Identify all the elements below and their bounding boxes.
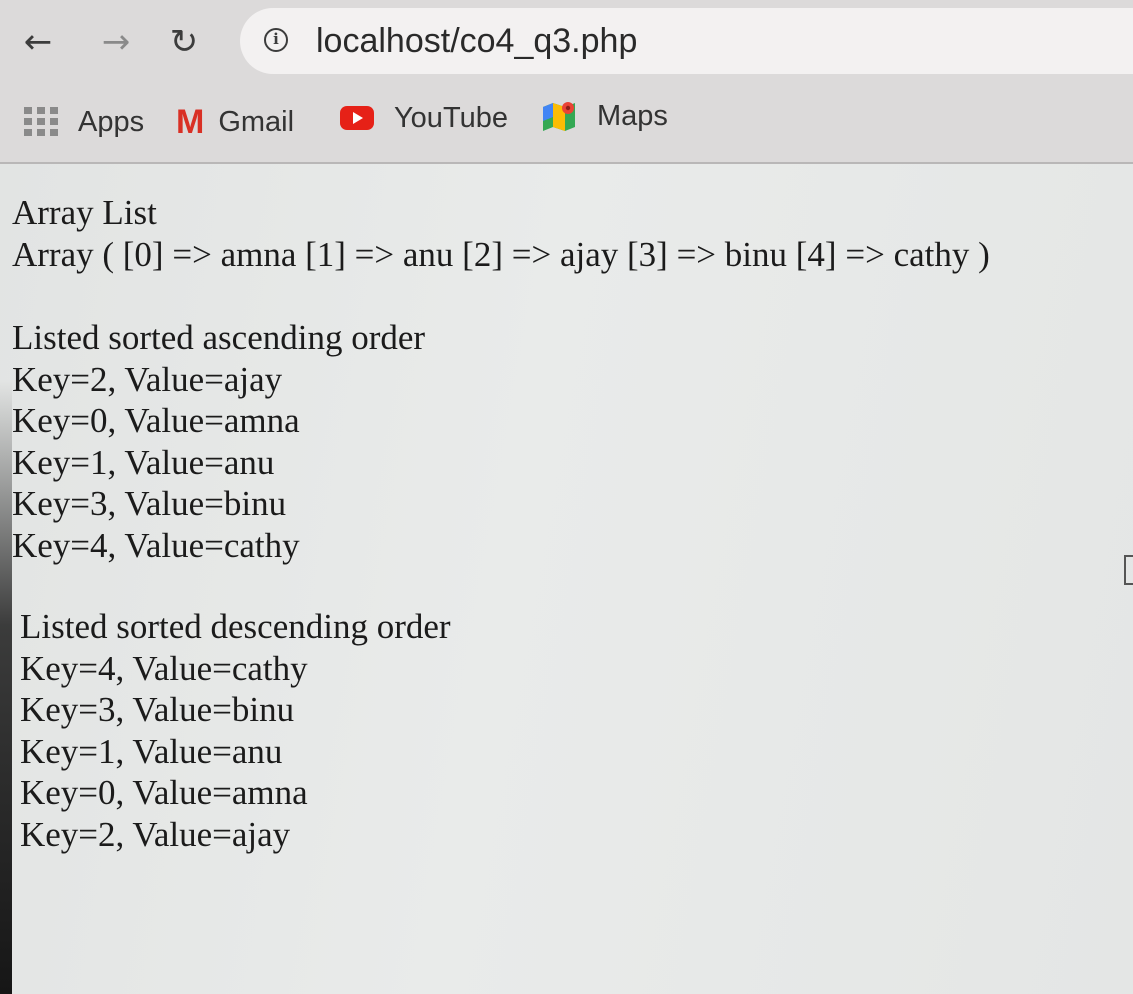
ascending-title: Listed sorted ascending order <box>12 318 426 357</box>
ascending-row: Key=0, Value=amna <box>12 401 300 440</box>
reload-icon[interactable]: ↻ <box>162 20 206 64</box>
address-bar[interactable]: i localhost/co4_q3.php <box>240 8 1133 74</box>
browser-toolbar: ← → ↻ i localhost/co4_q3.php <box>0 0 1133 86</box>
descending-row: Key=2, Value=ajay <box>20 814 291 854</box>
bookmark-label: Apps <box>78 105 145 138</box>
bookmarks-bar: Apps M Gmail YouTube Maps <box>0 86 1133 164</box>
text-cursor-icon <box>1124 555 1133 585</box>
maps-icon <box>543 102 575 131</box>
descending-section: Listed sorted descending order Key=4, Va… <box>20 606 990 855</box>
descending-row: Key=0, Value=amna <box>20 773 308 812</box>
descending-row: Key=3, Value=binu <box>20 690 295 729</box>
bookmark-label: YouTube <box>394 101 508 134</box>
page-content: Array List Array ( [0] => amna [1] => an… <box>12 192 990 855</box>
array-dump: Array ( [0] => amna [1] => anu [2] => aj… <box>12 234 990 274</box>
ascending-row: Key=4, Value=cathy <box>12 525 300 565</box>
apps-grid-icon <box>24 107 58 137</box>
ascending-row: Key=2, Value=ajay <box>12 359 283 399</box>
forward-arrow-icon[interactable]: → <box>94 20 138 64</box>
bookmark-apps[interactable]: Apps <box>24 102 144 142</box>
descending-row: Key=1, Value=anu <box>20 731 283 771</box>
bookmark-label: Maps <box>597 99 668 132</box>
descending-title: Listed sorted descending order <box>20 607 451 646</box>
gmail-icon: M <box>176 103 205 141</box>
ascending-row: Key=1, Value=anu <box>12 442 275 482</box>
page-heading: Array List <box>12 193 157 232</box>
url-text[interactable]: localhost/co4_q3.php <box>316 22 637 61</box>
screen-edge-shadow <box>0 380 12 994</box>
bookmark-gmail[interactable]: M Gmail <box>176 102 294 142</box>
bookmark-maps[interactable]: Maps <box>541 96 668 136</box>
back-arrow-icon[interactable]: ← <box>16 20 60 64</box>
descending-row: Key=4, Value=cathy <box>20 648 308 688</box>
info-icon[interactable]: i <box>264 28 288 52</box>
ascending-row: Key=3, Value=binu <box>12 484 287 523</box>
bookmark-youtube[interactable]: YouTube <box>340 98 508 138</box>
youtube-icon <box>340 106 374 130</box>
ascending-section: Listed sorted ascending order Key=2, Val… <box>12 317 990 566</box>
bookmark-label: Gmail <box>218 105 295 138</box>
